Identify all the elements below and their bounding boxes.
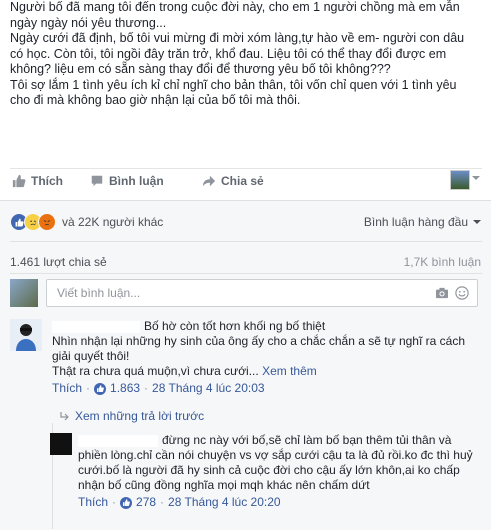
reply-meta: Thích · 278 · 28 Tháng 4 lúc 20:20 bbox=[78, 495, 281, 510]
post-paragraph-1: Người bố đã mang tôi đến trong cuộc đời … bbox=[10, 0, 460, 30]
reply-item: đừng nc này với bố,sẽ chỉ làm bố bạn thê… bbox=[50, 433, 482, 527]
camera-icon[interactable] bbox=[435, 287, 449, 299]
comment-placeholder: Viết bình luận... bbox=[57, 286, 141, 300]
reactions-summary[interactable]: và 22K người khác bbox=[10, 213, 163, 231]
comment-like-count[interactable]: 1.863 bbox=[110, 381, 140, 396]
page-avatar[interactable] bbox=[450, 170, 470, 190]
caret-down-icon bbox=[473, 220, 481, 224]
reply-timestamp[interactable]: 28 Tháng 4 lúc 20:20 bbox=[168, 495, 281, 510]
see-more-link[interactable]: Xem thêm bbox=[262, 364, 317, 378]
chevron-down-icon[interactable] bbox=[472, 176, 480, 180]
emoji-icon[interactable] bbox=[455, 286, 469, 300]
comment-item: Bố hờ còn tốt hơn khối ng bố thiệt Nhìn … bbox=[10, 319, 482, 407]
comment-button[interactable]: Bình luận bbox=[90, 174, 164, 188]
reply-text: đừng nc này với bố,sẽ chỉ làm bố bạn thê… bbox=[78, 433, 480, 493]
thumbs-up-icon bbox=[12, 174, 26, 188]
post-text: Người bố đã mang tôi đến trong cuộc đời … bbox=[10, 0, 480, 109]
panel-divider bbox=[10, 273, 482, 274]
comment-author[interactable] bbox=[52, 320, 140, 333]
avatar bbox=[10, 279, 38, 307]
view-previous-replies[interactable]: Xem những trả lời trước bbox=[60, 409, 204, 423]
share-icon bbox=[202, 175, 216, 187]
comment-body: Bố hờ còn tốt hơn khối ng bố thiệt Nhìn … bbox=[52, 319, 482, 396]
comment-line-3: Thật ra chưa quá muộn,vì chưa cưới... bbox=[52, 364, 259, 378]
view-replies-label: Xem những trả lời trước bbox=[75, 409, 205, 423]
share-label: Chia sẻ bbox=[221, 174, 264, 188]
comment-count: 1,7K bình luận bbox=[403, 255, 481, 269]
post-divider bbox=[10, 168, 482, 169]
angry-reaction-icon bbox=[38, 213, 56, 231]
post-action-bar: Thích Bình luận Chia sẻ bbox=[10, 170, 482, 196]
reply-like-link[interactable]: Thích bbox=[78, 495, 108, 510]
like-count-icon bbox=[120, 496, 133, 509]
comment-line-1: Bố hờ còn tốt hơn khối ng bố thiệt bbox=[144, 319, 326, 333]
share-count[interactable]: 1.461 lượt chia sẻ bbox=[10, 255, 107, 269]
post-paragraph-2: Ngày cưới đã định, bố tôi vui mừng đi mờ… bbox=[10, 31, 465, 76]
comment-line-2: Nhìn nhận lại những hy sinh của ông ấy c… bbox=[52, 334, 465, 363]
comment-composer: Viết bình luận... bbox=[10, 279, 482, 307]
share-button[interactable]: Chia sẻ bbox=[202, 174, 264, 188]
reply-author[interactable] bbox=[78, 434, 158, 447]
comment-like-link[interactable]: Thích bbox=[52, 381, 82, 396]
comment-input[interactable]: Viết bình luận... bbox=[46, 279, 478, 307]
like-count-icon bbox=[94, 382, 107, 395]
like-button[interactable]: Thích bbox=[12, 174, 63, 188]
avatar[interactable] bbox=[50, 433, 72, 455]
comment-icon bbox=[91, 175, 103, 187]
reactions-count: và 22K người khác bbox=[62, 215, 164, 229]
reply-arrow-icon bbox=[60, 412, 69, 421]
comment-meta: Thích · 1.863 · 28 Tháng 4 lúc 20:03 bbox=[52, 381, 265, 396]
comment-text: Bố hờ còn tốt hơn khối ng bố thiệt Nhìn … bbox=[52, 319, 482, 379]
comment-label: Bình luận bbox=[109, 174, 164, 188]
sort-label: Bình luận hàng đầu bbox=[363, 215, 468, 229]
like-label: Thích bbox=[31, 174, 63, 188]
post-paragraph-3: Tôi sợ lắm 1 tình yêu ích kỉ chỉ nghĩ ch… bbox=[10, 77, 457, 108]
avatar[interactable] bbox=[10, 319, 42, 351]
comment-sort-dropdown[interactable]: Bình luận hàng đầu bbox=[364, 215, 481, 229]
comment-timestamp[interactable]: 28 Tháng 4 lúc 20:03 bbox=[152, 381, 265, 396]
reply-body: đừng nc này với bố,sẽ chỉ làm bố bạn thê… bbox=[78, 433, 480, 510]
panel-divider bbox=[10, 241, 482, 242]
reply-like-count[interactable]: 278 bbox=[136, 495, 156, 510]
comments-panel: và 22K người khác Bình luận hàng đầu 1.4… bbox=[0, 200, 491, 530]
